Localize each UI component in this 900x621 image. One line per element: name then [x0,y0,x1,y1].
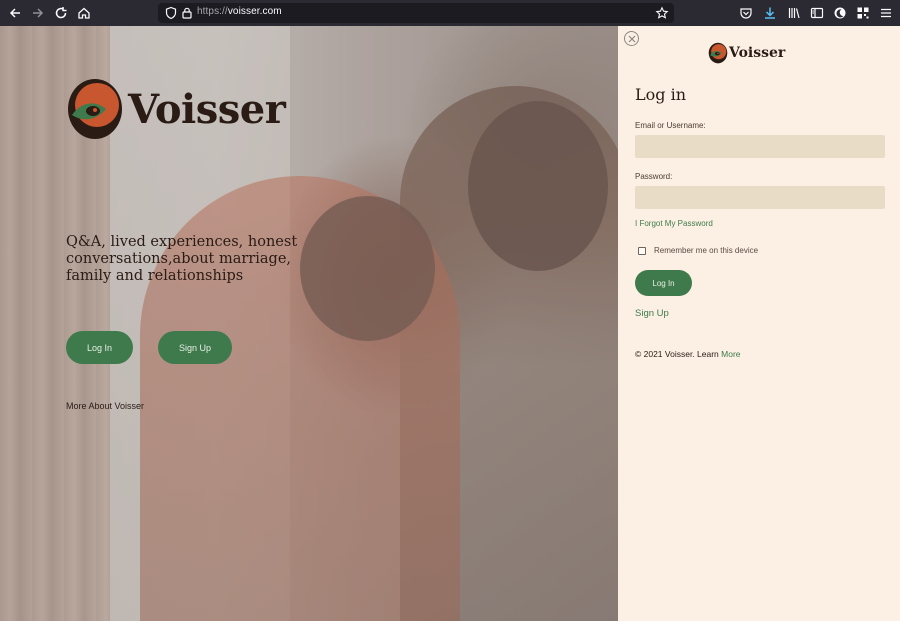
dark-mode-icon[interactable] [832,5,848,21]
url-scheme: https:// [197,6,228,17]
hero-section: Voisser Q&A, lived experiences, honest c… [0,26,618,621]
voisser-logo-icon [708,42,728,64]
hero-logo: Voisser [66,77,286,141]
hamburger-menu-icon[interactable] [878,5,894,21]
remember-me: Remember me on this device [638,246,758,255]
email-label: Email or Username: [635,121,706,130]
pocket-icon[interactable] [738,5,754,21]
remember-me-checkbox[interactable] [638,246,646,255]
home-icon[interactable] [76,5,92,21]
browser-toolbar: https://voisser.com [0,0,900,26]
library-icon[interactable] [786,5,802,21]
voisser-logo-icon [68,79,122,139]
footer-text: © 2021 Voisser. Learn [635,349,719,359]
back-arrow-icon[interactable] [7,5,23,21]
url-host: voisser.com [227,6,282,17]
qr-code-icon[interactable] [855,5,871,21]
close-panel-button[interactable] [624,31,639,46]
hero-tagline: Q&A, lived experiences, honest conversat… [66,234,298,284]
download-icon[interactable] [762,5,778,21]
password-label: Password: [635,172,673,181]
panel-brand-name: Voisser [729,45,786,61]
login-panel: Voisser Log in Email or Username: Passwo… [618,26,900,621]
lock-icon[interactable] [179,5,195,21]
hero-brand-name: Voisser [128,85,286,133]
remember-me-label: Remember me on this device [654,246,759,255]
login-button[interactable]: Log In [635,270,692,296]
sidebar-icon[interactable] [809,5,825,21]
hero-signup-button[interactable]: Sign Up [158,331,232,364]
close-icon [628,35,635,42]
password-field[interactable] [635,186,885,209]
login-title: Log in [635,85,687,104]
forward-arrow-icon[interactable] [30,5,46,21]
tracking-shield-icon[interactable] [163,5,179,21]
signup-link[interactable]: Sign Up [635,308,669,319]
learn-more-link[interactable]: More [721,349,740,359]
bookmark-star-icon[interactable] [654,5,670,21]
panel-footer: © 2021 Voisser. Learn More [635,349,741,359]
url-bar[interactable]: https://voisser.com [158,3,674,23]
forgot-password-link[interactable]: I Forgot My Password [635,219,713,228]
hero-login-button[interactable]: Log In [66,331,133,364]
panel-logo: Voisser [708,42,785,64]
url-text[interactable]: https://voisser.com [197,6,282,17]
more-about-link[interactable]: More About Voisser [66,401,144,411]
reload-icon[interactable] [53,5,69,21]
email-field[interactable] [635,135,885,158]
